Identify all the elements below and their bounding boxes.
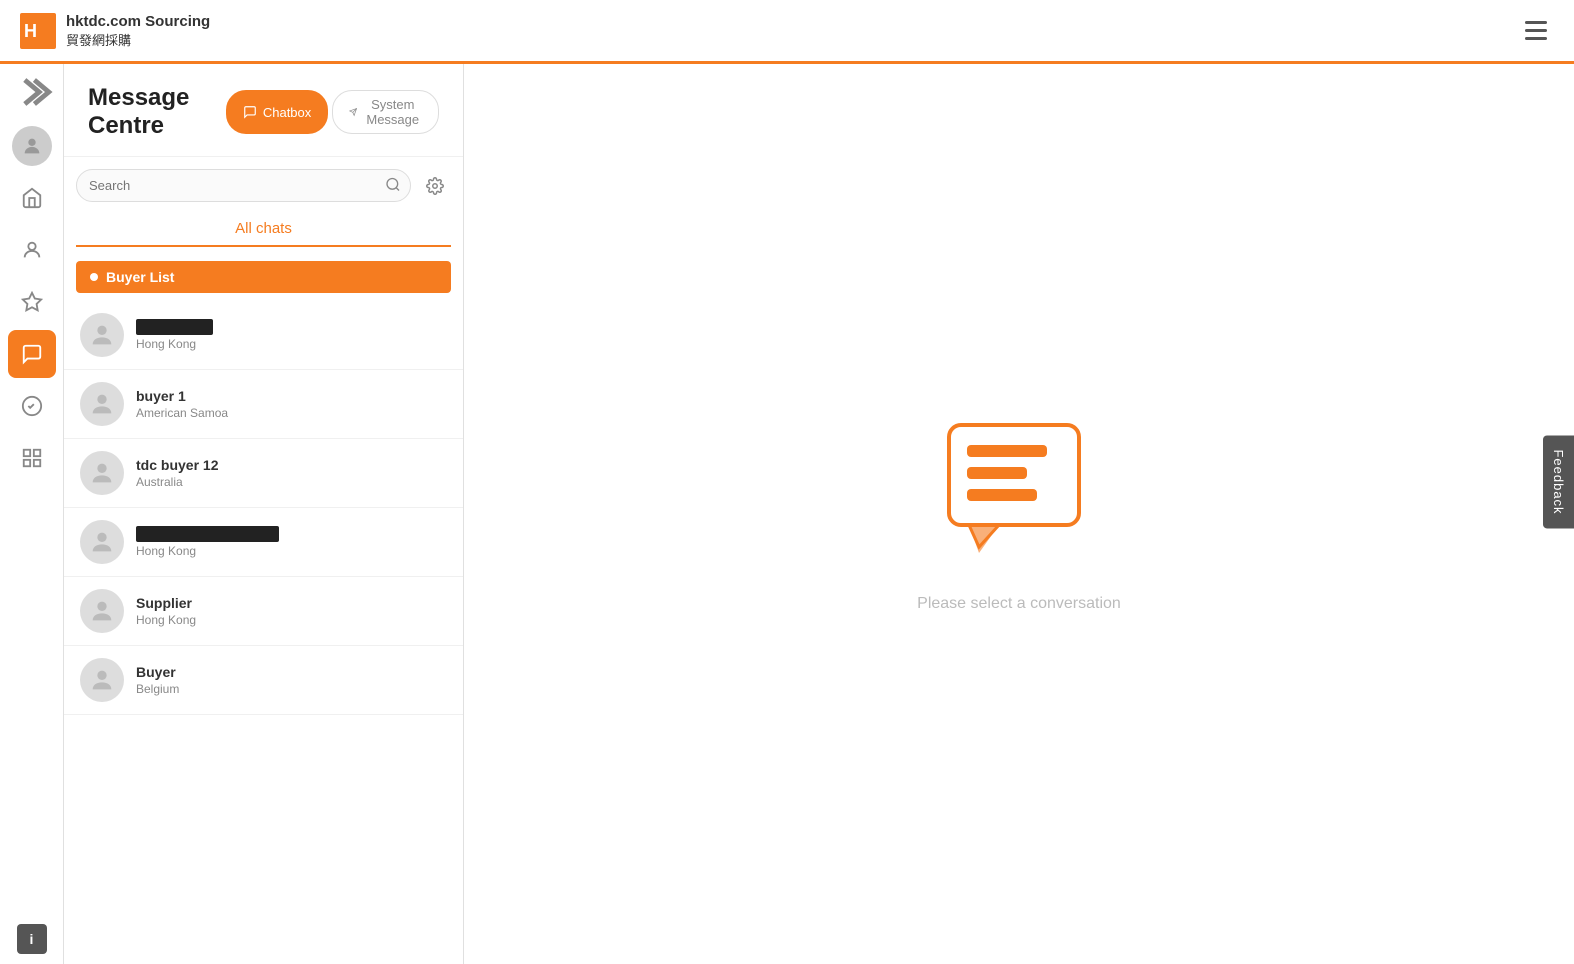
contact-name: C■■■■■■■	[136, 319, 213, 335]
sidebar-expand-button[interactable]	[8, 74, 56, 110]
hamburger-menu-button[interactable]	[1518, 13, 1554, 49]
catalog-icon	[21, 447, 43, 469]
user-avatar-icon	[21, 135, 43, 157]
hamburger-line-1	[1525, 21, 1547, 24]
top-header: H hktdc.com Sourcing 貿發網採購	[0, 0, 1574, 64]
contact-location: American Samoa	[136, 406, 228, 420]
user-avatar	[12, 126, 52, 166]
brand-name-cn: 貿發網採購	[66, 30, 210, 49]
list-item[interactable]: Buyer Belgium	[64, 646, 463, 715]
sidebar-nav-top	[8, 74, 56, 920]
empty-state: Please select a conversation	[917, 415, 1121, 613]
contact-avatar	[80, 520, 124, 564]
buyer-list-dot	[90, 273, 98, 281]
system-message-tab-icon	[349, 105, 357, 119]
chat-panel: Message Centre Chatbox System Message	[64, 64, 464, 964]
buyer-list-label: Buyer List	[106, 269, 174, 285]
brand-name-en: hktdc.com Sourcing	[66, 13, 210, 30]
contact-location: Hong Kong	[136, 544, 279, 558]
hamburger-line-3	[1525, 37, 1547, 40]
main-layout: i Message Centre Chatbox System	[0, 64, 1574, 964]
sidebar-item-orders[interactable]	[8, 382, 56, 430]
contact-name: tdc buyer 12	[136, 457, 218, 473]
search-icon	[385, 176, 401, 192]
contact-list: C■■■■■■■ Hong Kong buyer 1 American Samo…	[64, 301, 463, 964]
logo-text: hktdc.com Sourcing 貿發網採購	[66, 13, 210, 49]
contact-avatar	[80, 658, 124, 702]
contact-info: Buyer Belgium	[136, 664, 179, 696]
avatar-icon	[88, 666, 116, 694]
avatar-icon	[88, 459, 116, 487]
list-item[interactable]: buyer 1 American Samoa	[64, 370, 463, 439]
contact-name: ■■■■■■■■■■■■■■■■	[136, 526, 279, 542]
avatar-icon	[88, 390, 116, 418]
orders-icon	[21, 395, 43, 417]
buyer-list-header: Buyer List	[76, 261, 451, 293]
search-icon-button[interactable]	[385, 176, 401, 195]
avatar-icon	[88, 321, 116, 349]
contact-avatar	[80, 589, 124, 633]
contact-info: Supplier Hong Kong	[136, 595, 196, 627]
contact-avatar	[80, 382, 124, 426]
contact-info: C■■■■■■■ Hong Kong	[136, 319, 213, 351]
empty-state-text: Please select a conversation	[917, 595, 1121, 613]
star-icon	[21, 291, 43, 313]
list-item[interactable]: Supplier Hong Kong	[64, 577, 463, 646]
gear-icon	[426, 177, 444, 195]
home-icon	[21, 187, 43, 209]
contact-name: Supplier	[136, 595, 196, 611]
page-title: Message Centre	[88, 84, 210, 140]
list-item[interactable]: ■■■■■■■■■■■■■■■■ Hong Kong	[64, 508, 463, 577]
contact-name: buyer 1	[136, 388, 228, 404]
search-input[interactable]	[76, 169, 411, 202]
chatbox-tab-label: Chatbox	[263, 105, 311, 120]
contact-location: Australia	[136, 475, 218, 489]
page-header: Message Centre Chatbox System Message	[64, 64, 463, 157]
contact-location: Hong Kong	[136, 613, 196, 627]
sidebar-item-catalog[interactable]	[8, 434, 56, 482]
sidebar-item-contacts[interactable]	[8, 226, 56, 274]
contact-location: Belgium	[136, 682, 179, 696]
main-content: Please select a conversation	[464, 64, 1574, 964]
svg-text:H: H	[24, 21, 37, 41]
tab-system-message[interactable]: System Message	[332, 90, 439, 134]
settings-icon-button[interactable]	[419, 170, 451, 202]
search-input-wrap	[76, 169, 411, 202]
all-chats-tab: All chats	[64, 202, 463, 253]
contact-info: buyer 1 American Samoa	[136, 388, 228, 420]
sidebar-item-home[interactable]	[8, 174, 56, 222]
chat-illustration	[939, 415, 1099, 575]
chat-icon	[21, 343, 43, 365]
sidebar-item-favorites[interactable]	[8, 278, 56, 326]
hamburger-line-2	[1525, 29, 1547, 32]
feedback-tab[interactable]: Feedback	[1543, 435, 1574, 528]
contacts-icon	[21, 239, 43, 261]
all-chats-button[interactable]: All chats	[76, 212, 451, 247]
info-icon: i	[30, 931, 34, 947]
sidebar-item-profile[interactable]	[8, 122, 56, 170]
avatar-icon	[88, 528, 116, 556]
avatar-icon	[88, 597, 116, 625]
expand-icon	[8, 68, 56, 116]
contact-info: tdc buyer 12 Australia	[136, 457, 218, 489]
sidebar-nav: i	[0, 64, 64, 964]
contact-info: ■■■■■■■■■■■■■■■■ Hong Kong	[136, 526, 279, 558]
contact-name: Buyer	[136, 664, 179, 680]
sidebar-item-messages[interactable]	[8, 330, 56, 378]
info-button[interactable]: i	[17, 924, 47, 954]
tab-buttons: Chatbox System Message	[226, 90, 439, 134]
chatbox-tab-icon	[243, 105, 257, 119]
list-item[interactable]: C■■■■■■■ Hong Kong	[64, 301, 463, 370]
hktdc-logo-icon: H	[20, 13, 56, 49]
tab-chatbox[interactable]: Chatbox	[226, 90, 328, 134]
contact-avatar	[80, 451, 124, 495]
feedback-label: Feedback	[1551, 449, 1566, 514]
search-area	[64, 157, 463, 202]
logo-area: H hktdc.com Sourcing 貿發網採購	[20, 13, 210, 49]
contact-location: Hong Kong	[136, 337, 213, 351]
contact-avatar	[80, 313, 124, 357]
list-item[interactable]: tdc buyer 12 Australia	[64, 439, 463, 508]
system-message-tab-label: System Message	[363, 97, 422, 127]
